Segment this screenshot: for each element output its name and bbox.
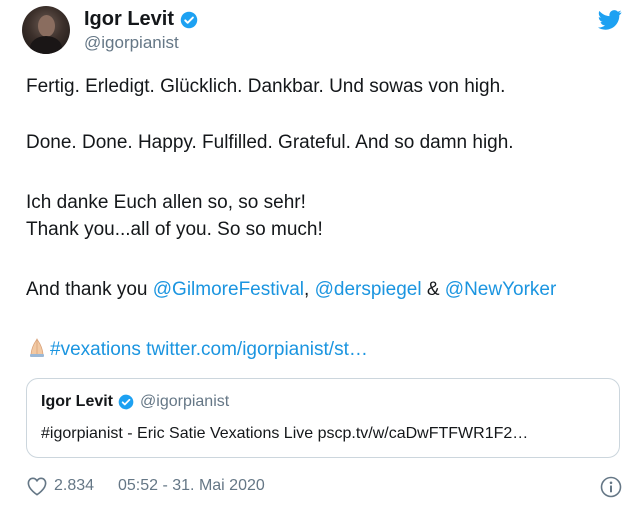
avatar-body (30, 36, 62, 54)
folded-hands-emoji-icon (30, 338, 44, 357)
heart-icon[interactable] (26, 476, 48, 496)
like-count[interactable]: 2.834 (54, 477, 94, 495)
author-name-row: Igor Levit (84, 8, 198, 31)
mention-separator-2: & (421, 279, 445, 300)
verified-badge-icon (118, 394, 134, 410)
quoted-tweet-header: Igor Levit @igorpianist (41, 393, 229, 411)
info-icon[interactable] (600, 476, 622, 498)
tweet-line-german: Fertig. Erledigt. Glücklich. Dankbar. Un… (26, 76, 506, 97)
mention-gilmorefestival[interactable]: @GilmoreFestival (153, 279, 304, 300)
mention-separator-1: , (304, 279, 315, 300)
quoted-tweet-card[interactable]: Igor Levit @igorpianist #igorpianist - E… (26, 378, 620, 458)
author-name[interactable]: Igor Levit (84, 8, 174, 31)
quoted-author-handle: @igorpianist (140, 393, 230, 410)
tweet-footer: 2.834 05:52 - 31. Mai 2020 (26, 476, 626, 498)
tweet-header: Igor Levit @igorpianist (22, 6, 622, 54)
hashtag-vexations[interactable]: #vexations (50, 339, 141, 360)
twitter-bird-icon[interactable] (598, 10, 622, 30)
mention-newyorker[interactable]: @NewYorker (445, 279, 557, 300)
mention-derspiegel[interactable]: @derspiegel (315, 279, 422, 300)
verified-badge-icon (180, 11, 198, 28)
tweet-url-link[interactable]: twitter.com/igorpianist/st… (141, 339, 368, 360)
tweet-timestamp[interactable]: 05:52 - 31. Mai 2020 (118, 477, 265, 495)
author-handle[interactable]: @igorpianist (84, 33, 179, 53)
tweet-line-english: Done. Done. Happy. Fulfilled. Grateful. … (26, 132, 514, 153)
avatar[interactable] (22, 6, 70, 54)
tweet-line-thanks-english: Thank you...all of you. So so much! (26, 219, 323, 240)
tweet-line-thanks-german: Ich danke Euch allen so, so sehr! (26, 192, 306, 213)
quoted-author-name: Igor Levit (41, 393, 114, 410)
quoted-tweet-text: #igorpianist - Eric Satie Vexations Live… (41, 425, 529, 442)
tweet-line-mentions: And thank you @GilmoreFestival, @derspie… (26, 277, 556, 303)
tweet-line-links: #vexations twitter.com/igorpianist/st… (26, 336, 368, 363)
mentions-prefix: And thank you (26, 279, 153, 300)
avatar-face (38, 15, 55, 37)
